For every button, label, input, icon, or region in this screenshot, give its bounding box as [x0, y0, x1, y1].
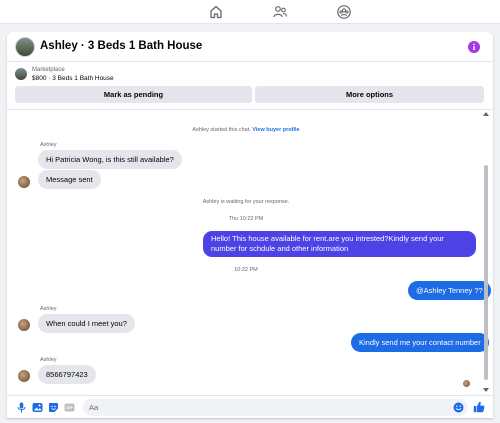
mark-pending-button[interactable]: Mark as pending — [15, 86, 252, 103]
info-icon[interactable] — [468, 41, 480, 53]
sender-name: Ashley — [40, 142, 57, 148]
sticker-icon[interactable] — [48, 402, 59, 413]
chat-window: Ashley · 3 Beds 1 Bath House Marketplace… — [7, 32, 493, 418]
incoming-message[interactable]: 8566797423 — [38, 365, 96, 384]
svg-text:GIF: GIF — [66, 405, 73, 410]
listing-thumbnail[interactable] — [15, 37, 35, 57]
microphone-icon[interactable] — [16, 402, 27, 413]
marketplace-label: Marketplace — [32, 67, 65, 73]
sender-name: Ashley — [40, 357, 57, 363]
waiting-notice: Ashley is waiting for your response. — [202, 199, 290, 205]
top-navigation — [0, 0, 500, 24]
avatar[interactable] — [18, 370, 30, 382]
scrollbar-thumb[interactable] — [484, 165, 488, 380]
chat-started-notice: Ashley started this chat. View buyer pro… — [7, 127, 485, 133]
people-icon[interactable] — [272, 4, 288, 20]
avatar[interactable] — [18, 319, 30, 331]
more-options-button[interactable]: More options — [255, 86, 484, 103]
listing-title[interactable]: $800 · 3 Beds 1 Bath House — [32, 75, 114, 82]
chat-started-text: Ashley started this chat. — [192, 127, 251, 133]
incoming-message[interactable]: When could I meet you? — [38, 314, 135, 333]
chat-header: Ashley · 3 Beds 1 Bath House — [7, 32, 493, 62]
message-thread: Ashley started this chat. View buyer pro… — [7, 110, 493, 395]
outgoing-message[interactable]: @Ashley Tenney ?? — [408, 281, 491, 300]
sender-name: Ashley — [40, 306, 57, 312]
timestamp: Thu 10:22 PM — [228, 216, 264, 222]
timestamp: 10:22 PM — [234, 267, 258, 273]
photo-icon[interactable] — [32, 402, 43, 413]
emoji-icon[interactable] — [453, 402, 464, 413]
message-composer: GIF — [7, 395, 493, 418]
incoming-message[interactable]: Hi Patricia Wong, is this still availabl… — [38, 150, 182, 169]
scroll-up-arrow[interactable] — [483, 112, 489, 116]
listing-thumbnail-small[interactable] — [15, 68, 27, 80]
seen-avatar — [463, 380, 470, 387]
scrollbar[interactable] — [483, 110, 489, 395]
thumbs-up-icon[interactable] — [473, 401, 485, 413]
view-buyer-profile-link[interactable]: View buyer profile — [252, 127, 299, 133]
message-input[interactable] — [83, 399, 468, 416]
incoming-message[interactable]: Message sent — [38, 170, 101, 189]
outgoing-message[interactable]: Hello! This house available for rent.are… — [203, 231, 476, 257]
scroll-down-arrow[interactable] — [483, 388, 489, 392]
avatar[interactable] — [18, 176, 30, 188]
groups-icon[interactable] — [336, 4, 352, 20]
home-icon[interactable] — [208, 4, 224, 20]
chat-title[interactable]: Ashley · 3 Beds 1 Bath House — [40, 40, 202, 52]
gif-icon[interactable]: GIF — [64, 402, 75, 413]
outgoing-message[interactable]: Kindly send me your contact number — [351, 333, 489, 352]
